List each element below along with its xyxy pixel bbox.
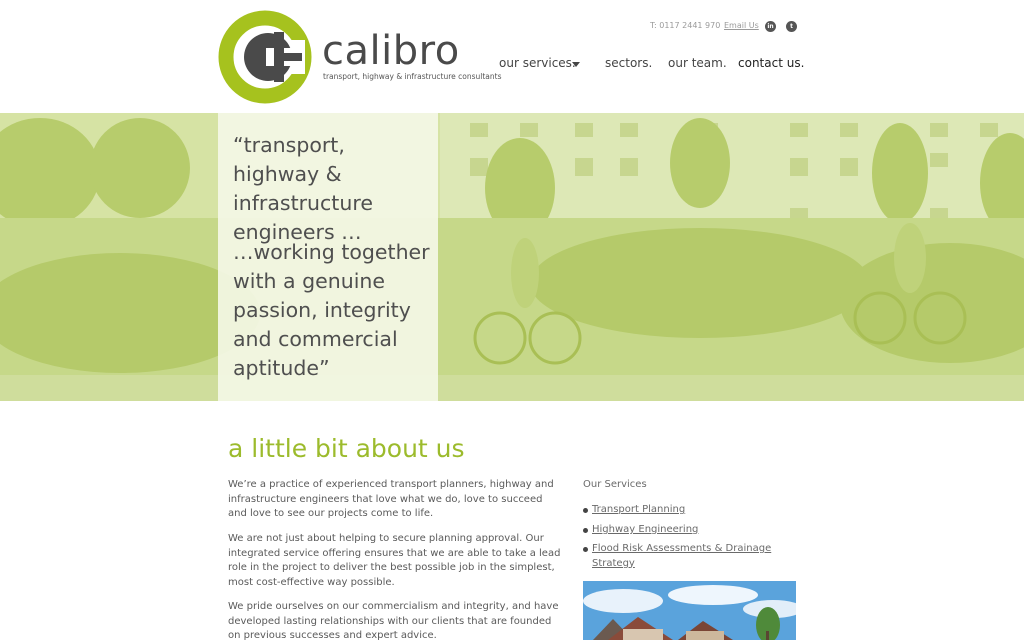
about-paragraph: We’re a practice of experienced transpor… xyxy=(228,479,554,519)
nav-sectors[interactable]: sectors. xyxy=(605,56,652,70)
about-heading: a little bit about us xyxy=(228,434,465,463)
brand-name[interactable]: calibro xyxy=(322,28,460,74)
service-item-highway-engineering[interactable]: Highway Engineering xyxy=(583,523,793,538)
calibro-logo-icon[interactable] xyxy=(218,10,312,104)
twitter-icon[interactable]: t xyxy=(786,21,797,32)
linkedin-icon[interactable]: in xyxy=(765,21,776,32)
services-photo xyxy=(583,581,796,640)
service-item-flood-risk[interactable]: Flood Risk Assessments & Drainage Strate… xyxy=(583,542,773,571)
bullet-icon xyxy=(583,547,588,552)
chevron-down-icon[interactable] xyxy=(572,62,580,67)
services-heading: Our Services xyxy=(583,479,647,490)
hero-quote-line2: …working together with a genuine passion… xyxy=(233,240,430,380)
service-item-transport-planning[interactable]: Transport Planning xyxy=(583,503,793,518)
service-link[interactable]: Highway Engineering xyxy=(592,523,793,538)
hero-quote-panel: “transport, highway & infrastructure eng… xyxy=(218,113,438,401)
nav-our-team[interactable]: our team. xyxy=(668,56,727,70)
bullet-icon xyxy=(583,528,588,533)
hero-background-image xyxy=(0,113,1024,401)
nav-our-services[interactable]: our services. xyxy=(499,56,576,70)
service-link[interactable]: Flood Risk Assessments & Drainage Strate… xyxy=(592,542,773,571)
bullet-icon xyxy=(583,508,588,513)
about-paragraph: We pride ourselves on our commercialism … xyxy=(228,601,559,641)
phone-number: T: 0117 2441 970 xyxy=(650,21,721,30)
about-paragraph: We are not just about helping to secure … xyxy=(228,533,561,588)
service-link[interactable]: Transport Planning xyxy=(592,503,793,518)
hero-banner: “transport, highway & infrastructure eng… xyxy=(0,113,1024,401)
nav-contact-us[interactable]: contact us. xyxy=(738,56,804,70)
email-link[interactable]: Email Us xyxy=(724,21,759,30)
hero-quote-line1: “transport, highway & infrastructure eng… xyxy=(233,133,373,244)
brand-tagline: transport, highway & infrastructure cons… xyxy=(323,72,502,81)
